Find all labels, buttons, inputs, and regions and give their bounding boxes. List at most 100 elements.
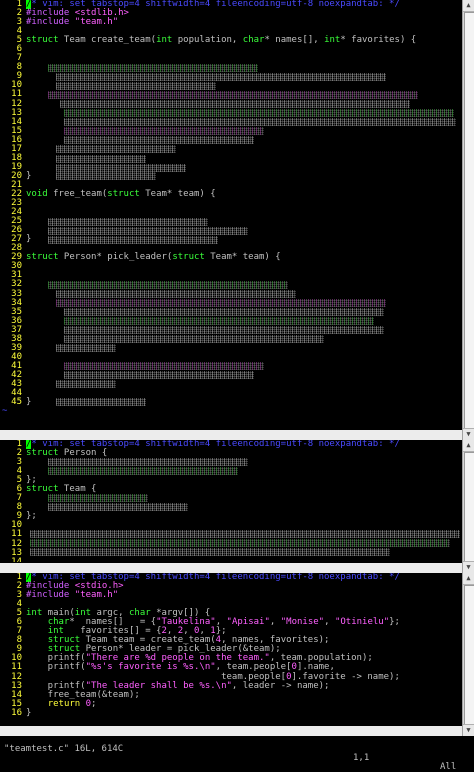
- line-number: 5: [16, 475, 22, 486]
- obscured-code-block: [48, 236, 218, 244]
- code-text: struct Team {: [26, 484, 97, 495]
- code-line[interactable]: 31: [0, 271, 462, 280]
- obscured-code-block: [48, 503, 188, 511]
- obscured-code-block: [64, 371, 254, 379]
- line-number: 8: [16, 635, 22, 646]
- obscured-code-block: [56, 290, 296, 298]
- code-line[interactable]: 44: [0, 388, 462, 398]
- line-number: 4: [16, 599, 22, 610]
- obscured-code-block: [64, 326, 384, 334]
- obscured-code-block: [64, 335, 324, 343]
- code-line[interactable]: 7: [0, 54, 462, 63]
- scrollbar-teamtest-c[interactable]: ▲ ▼: [462, 573, 474, 736]
- editor-pane-team-h[interactable]: 1/* vim: set tabstop=4 shiftwidth=4 file…: [0, 440, 462, 562]
- obscured-code-block: [30, 530, 460, 538]
- code-text: struct Team create_team(int population, …: [26, 35, 417, 46]
- obscured-code-block: [56, 299, 386, 307]
- scrollbar-thumb[interactable]: [464, 452, 474, 562]
- code-line[interactable]: 5 struct Team create_team(int population,…: [0, 36, 462, 45]
- line-number: 14: [11, 556, 22, 562]
- code-line[interactable]: 16}: [0, 707, 462, 718]
- code-text: struct Person* pick_leader(struct Team* …: [26, 252, 281, 263]
- scroll-up-arrow-icon[interactable]: ▲: [463, 573, 474, 585]
- line-number: 3: [16, 457, 22, 468]
- scrollbar-team-c[interactable]: ▲ ▼: [462, 0, 474, 440]
- obscured-code-block: [56, 398, 146, 406]
- scrollbar-team-h[interactable]: ▲ ▼: [462, 440, 474, 573]
- code-line[interactable]: 23: [0, 198, 462, 208]
- line-number: 2: [16, 581, 22, 592]
- code-line[interactable]: 6: [0, 45, 462, 54]
- line-number: 7: [16, 626, 22, 637]
- code-text: #include "team.h": [26, 17, 119, 28]
- code-line[interactable]: 6 struct Team {: [0, 485, 462, 494]
- line-number: 6: [16, 484, 22, 495]
- line-number: 4: [16, 26, 22, 37]
- status-line-team-c[interactable]: team.c 1,1 All: [0, 430, 462, 470]
- scroll-down-arrow-icon[interactable]: ▼: [463, 428, 474, 440]
- code-line[interactable]: 29 struct Person* pick_leader(struct Team…: [0, 253, 462, 262]
- code-line[interactable]: 9};: [0, 512, 462, 521]
- code-text: }: [26, 234, 32, 245]
- scrollbar-thumb[interactable]: [464, 12, 474, 430]
- obscured-code-block: [64, 308, 384, 316]
- code-line[interactable]: 3 #include "team.h": [0, 18, 462, 27]
- scroll-up-arrow-icon[interactable]: ▲: [463, 440, 474, 452]
- obscured-code-block: [48, 64, 258, 72]
- scroll-up-arrow-icon[interactable]: ▲: [463, 0, 474, 12]
- code-text: void free_team(struct Team* team) {: [26, 188, 216, 199]
- scrollbar-thumb[interactable]: [464, 585, 474, 725]
- line-number: 3: [16, 17, 22, 28]
- obscured-code-block: [56, 172, 156, 180]
- obscured-code-block: [48, 458, 248, 466]
- code-text: }: [26, 707, 32, 718]
- status-line-team-h[interactable]: team.h 1,1 All: [0, 563, 462, 593]
- line-number: 3: [16, 590, 22, 601]
- line-number: 16: [11, 707, 22, 718]
- editor-pane-team-c[interactable]: 1/* vim: set tabstop=4 shiftwidth=4 file…: [0, 0, 462, 432]
- obscured-code-block: [48, 467, 238, 475]
- code-text: struct Person {: [26, 448, 108, 459]
- status-line-teamtest-c[interactable]: teamtest.c 1,1 All: [0, 726, 462, 756]
- code-line[interactable]: 15 return 0;: [0, 698, 462, 709]
- obscured-code-block: [48, 227, 248, 235]
- code-text: };: [26, 511, 37, 522]
- code-text: }: [26, 397, 32, 408]
- code-line[interactable]: 40: [0, 352, 462, 362]
- obscured-code-block: [64, 118, 456, 126]
- obscured-code-block: [64, 127, 264, 135]
- code-line[interactable]: 3 #include "team.h": [0, 591, 462, 600]
- command-scroll-position: All: [440, 762, 457, 772]
- obscured-code-block: [64, 317, 374, 325]
- command-message: "teamtest.c" 16L, 614C: [4, 744, 124, 755]
- line-number: 1: [16, 440, 22, 449]
- scroll-down-arrow-icon[interactable]: ▼: [463, 561, 474, 573]
- obscured-code-block: [48, 218, 208, 226]
- obscured-code-block: [48, 91, 418, 99]
- line-number: 5: [16, 608, 22, 619]
- line-number: 2: [16, 8, 22, 19]
- code-line[interactable]: 14: [0, 556, 462, 562]
- obscured-code-block: [48, 494, 148, 502]
- line-number: 6: [16, 44, 22, 55]
- code-line[interactable]: 2 struct Person {: [0, 448, 462, 459]
- obscured-code-block: [56, 145, 176, 153]
- code-text: #include "team.h": [26, 590, 119, 601]
- code-line[interactable]: 24: [0, 208, 462, 217]
- code-line[interactable]: 22 void free_team(struct Team* team) {: [0, 188, 462, 199]
- obscured-code-block: [56, 82, 216, 90]
- code-line[interactable]: 30: [0, 262, 462, 271]
- obscured-code-block: [64, 109, 454, 117]
- obscured-code-block: [56, 164, 186, 172]
- code-text: }: [26, 170, 32, 181]
- scroll-down-arrow-icon[interactable]: ▼: [463, 724, 474, 736]
- editor-pane-teamtest-c[interactable]: 1/* vim: set tabstop=4 shiftwidth=4 file…: [0, 573, 462, 727]
- obscured-code-block: [56, 380, 116, 388]
- code-text: return 0;: [47, 698, 97, 709]
- line-number: 7: [16, 53, 22, 64]
- line-number: 6: [16, 617, 22, 628]
- line-number: 1: [16, 573, 22, 582]
- status-scroll-position: All: [440, 746, 457, 756]
- command-line: "teamtest.c" 16L, 614C 1,1 All: [0, 736, 462, 771]
- line-number: 4: [16, 466, 22, 477]
